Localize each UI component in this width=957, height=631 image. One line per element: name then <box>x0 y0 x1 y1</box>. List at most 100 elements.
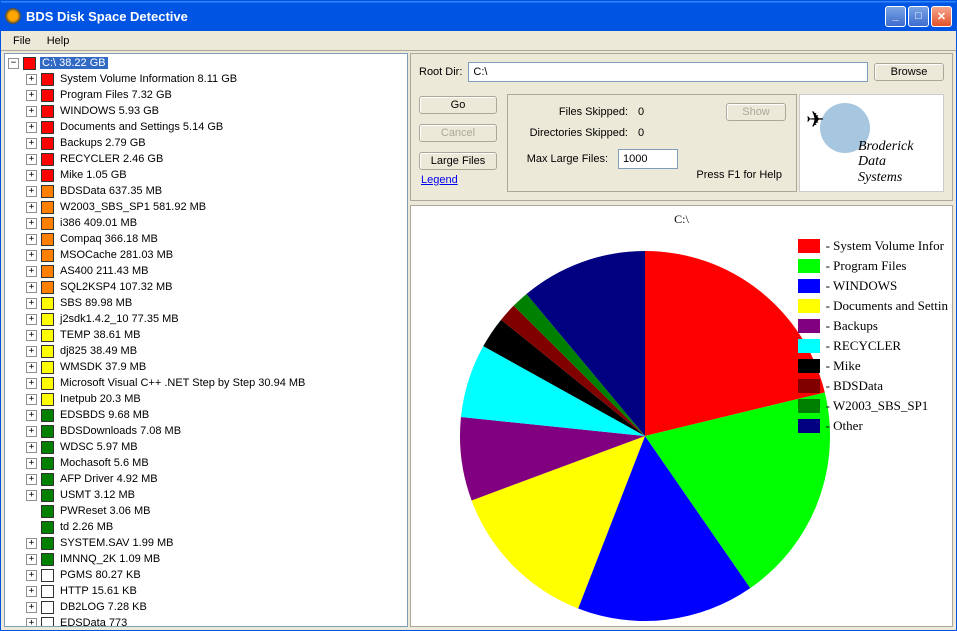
max-large-input[interactable] <box>618 149 678 169</box>
expander-icon[interactable]: + <box>26 330 37 341</box>
expander-icon[interactable]: + <box>26 218 37 229</box>
tree-label[interactable]: SBS 89.98 MB <box>58 297 134 309</box>
tree-label[interactable]: MSOCache 281.03 MB <box>58 249 175 261</box>
tree-item[interactable]: + i386 409.01 MB <box>6 215 406 231</box>
expander-icon[interactable]: + <box>26 154 37 165</box>
tree-item[interactable]: + WMSDK 37.9 MB <box>6 359 406 375</box>
tree-label[interactable]: Microsoft Visual C++ .NET Step by Step 3… <box>58 377 307 389</box>
tree-item[interactable]: + dj825 38.49 MB <box>6 343 406 359</box>
tree-item[interactable]: +BDSDownloads 7.08 MB <box>6 423 406 439</box>
tree-label[interactable]: WMSDK 37.9 MB <box>58 361 148 373</box>
tree-item[interactable]: + WINDOWS 5.93 GB <box>6 103 406 119</box>
tree-item[interactable]: + IMNNQ_2K 1.09 MB <box>6 551 406 567</box>
tree-label[interactable]: HTTP 15.61 KB <box>58 585 139 597</box>
tree-label[interactable]: Backups 2.79 GB <box>58 137 148 149</box>
expander-icon[interactable]: + <box>26 202 37 213</box>
tree-label[interactable]: SYSTEM.SAV 1.99 MB <box>58 537 176 549</box>
tree-label[interactable]: Inetpub 20.3 MB <box>58 393 143 405</box>
show-button[interactable]: Show <box>726 103 786 121</box>
tree-label[interactable]: Compaq 366.18 MB <box>58 233 160 245</box>
expander-icon[interactable]: + <box>26 266 37 277</box>
root-dir-input[interactable] <box>468 62 868 82</box>
expander-icon[interactable]: + <box>26 282 37 293</box>
tree-label[interactable]: IMNNQ_2K 1.09 MB <box>58 553 162 565</box>
tree-item[interactable]: +Documents and Settings 5.14 GB <box>6 119 406 135</box>
tree-item[interactable]: + SYSTEM.SAV 1.99 MB <box>6 535 406 551</box>
expander-icon[interactable]: + <box>26 250 37 261</box>
expander-icon[interactable]: + <box>26 74 37 85</box>
expander-icon[interactable]: + <box>26 490 37 501</box>
expander-icon[interactable]: + <box>26 554 37 565</box>
tree-item[interactable]: PWReset 3.06 MB <box>6 503 406 519</box>
tree-item[interactable]: +USMT 3.12 MB <box>6 487 406 503</box>
tree-item[interactable]: + HTTP 15.61 KB <box>6 583 406 599</box>
tree-item[interactable]: + SQL2KSP4 107.32 MB <box>6 279 406 295</box>
expander-icon[interactable]: + <box>26 570 37 581</box>
expander-icon[interactable]: + <box>26 410 37 421</box>
tree-label[interactable]: Mochasoft 5.6 MB <box>58 457 151 469</box>
expander-icon[interactable]: + <box>26 442 37 453</box>
expander-icon[interactable]: + <box>26 170 37 181</box>
tree-item[interactable]: +j2sdk1.4.2_10 77.35 MB <box>6 311 406 327</box>
tree-item[interactable]: +DB2LOG 7.28 KB <box>6 599 406 615</box>
tree-item[interactable]: + MSOCache 281.03 MB <box>6 247 406 263</box>
expander-icon[interactable]: + <box>26 474 37 485</box>
tree-item[interactable]: +Mike 1.05 GB <box>6 167 406 183</box>
expander-icon[interactable]: + <box>26 618 37 628</box>
tree-item[interactable]: +EDSData 773 <box>6 615 406 627</box>
tree-label[interactable]: i386 409.01 MB <box>58 217 139 229</box>
tree-item[interactable]: + RECYCLER 2.46 GB <box>6 151 406 167</box>
tree-label[interactable]: Program Files 7.32 GB <box>58 89 174 101</box>
expander-icon[interactable]: + <box>26 122 37 133</box>
browse-button[interactable]: Browse <box>874 63 944 81</box>
tree-item[interactable]: +TEMP 38.61 MB <box>6 327 406 343</box>
tree-item[interactable]: + WDSC 5.97 MB <box>6 439 406 455</box>
tree-label[interactable]: WINDOWS 5.93 GB <box>58 105 161 117</box>
tree-label[interactable]: BDSDownloads 7.08 MB <box>58 425 183 437</box>
expander-icon[interactable]: + <box>26 90 37 101</box>
tree-item[interactable]: + Backups 2.79 GB <box>6 135 406 151</box>
menu-help[interactable]: Help <box>39 33 78 49</box>
minimize-button[interactable]: _ <box>885 6 906 27</box>
expander-icon[interactable]: + <box>26 346 37 357</box>
expander-icon[interactable]: + <box>26 234 37 245</box>
legend-link[interactable]: Legend <box>421 174 458 186</box>
large-files-button[interactable]: Large Files <box>419 152 497 170</box>
tree-item[interactable]: + SBS 89.98 MB <box>6 295 406 311</box>
tree-label[interactable]: td 2.26 MB <box>58 521 115 533</box>
tree-item[interactable]: + System Volume Information 8.11 GB <box>6 71 406 87</box>
expander-icon[interactable]: + <box>26 362 37 373</box>
expander-icon[interactable]: + <box>26 106 37 117</box>
tree-item[interactable]: + AFP Driver 4.92 MB <box>6 471 406 487</box>
tree-label[interactable]: dj825 38.49 MB <box>58 345 139 357</box>
tree-label[interactable]: W2003_SBS_SP1 581.92 MB <box>58 201 208 213</box>
expander-icon[interactable]: + <box>26 458 37 469</box>
tree-label[interactable]: AFP Driver 4.92 MB <box>58 473 160 485</box>
tree-item[interactable]: + BDSData 637.35 MB <box>6 183 406 199</box>
tree-item[interactable]: + W2003_SBS_SP1 581.92 MB <box>6 199 406 215</box>
expander-icon[interactable]: + <box>26 538 37 549</box>
expander-icon[interactable]: + <box>26 138 37 149</box>
tree-item[interactable]: +EDSBDS 9.68 MB <box>6 407 406 423</box>
tree-label[interactable]: PWReset 3.06 MB <box>58 505 152 517</box>
tree-label[interactable]: RECYCLER 2.46 GB <box>58 153 165 165</box>
expander-icon[interactable]: + <box>26 394 37 405</box>
expander-icon[interactable]: + <box>26 602 37 613</box>
tree-panel[interactable]: −C:\ 38.22 GB+System Volume Information … <box>4 53 408 627</box>
expander-icon[interactable]: + <box>26 378 37 389</box>
tree-item[interactable]: + Compaq 366.18 MB <box>6 231 406 247</box>
expander-icon[interactable]: + <box>26 186 37 197</box>
expander-icon[interactable] <box>26 522 37 533</box>
tree-label[interactable]: System Volume Information 8.11 GB <box>58 73 239 85</box>
tree-label[interactable]: BDSData 637.35 MB <box>58 185 164 197</box>
tree-label[interactable]: WDSC 5.97 MB <box>58 441 140 453</box>
expander-icon[interactable]: + <box>26 298 37 309</box>
tree-item[interactable]: +PGMS 80.27 KB <box>6 567 406 583</box>
tree-item[interactable]: + Microsoft Visual C++ .NET Step by Step … <box>6 375 406 391</box>
titlebar[interactable]: BDS Disk Space Detective _ □ ✕ <box>1 1 956 31</box>
expander-icon[interactable]: + <box>26 314 37 325</box>
tree-label[interactable]: SQL2KSP4 107.32 MB <box>58 281 175 293</box>
tree-item[interactable]: + Inetpub 20.3 MB <box>6 391 406 407</box>
cancel-button[interactable]: Cancel <box>419 124 497 142</box>
expander-icon[interactable]: + <box>26 586 37 597</box>
